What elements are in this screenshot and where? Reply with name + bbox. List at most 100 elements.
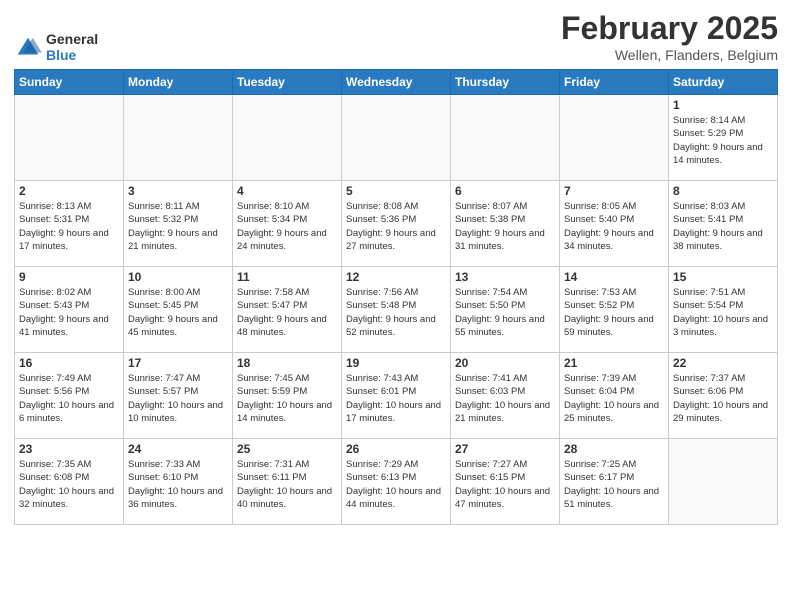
day-info: Sunrise: 7:53 AM Sunset: 5:52 PM Dayligh…: [564, 286, 664, 339]
day-info: Sunrise: 7:29 AM Sunset: 6:13 PM Dayligh…: [346, 458, 446, 511]
calendar-cell: 22 Sunrise: 7:37 AM Sunset: 6:06 PM Dayli…: [669, 353, 778, 439]
day-number: 10: [128, 270, 228, 284]
day-number: 6: [455, 184, 555, 198]
calendar-cell: 26 Sunrise: 7:29 AM Sunset: 6:13 PM Dayli…: [342, 439, 451, 525]
day-info: Sunrise: 7:41 AM Sunset: 6:03 PM Dayligh…: [455, 372, 555, 425]
day-info: Sunrise: 8:11 AM Sunset: 5:32 PM Dayligh…: [128, 200, 228, 253]
calendar-cell: 10 Sunrise: 8:00 AM Sunset: 5:45 PM Dayli…: [124, 267, 233, 353]
day-info: Sunrise: 8:03 AM Sunset: 5:41 PM Dayligh…: [673, 200, 773, 253]
col-saturday: Saturday: [669, 70, 778, 95]
calendar-cell: 25Sunrise: 7:31 AM Sunset: 6:11 PM Dayli…: [233, 439, 342, 525]
day-info: Sunrise: 7:43 AM Sunset: 6:01 PM Dayligh…: [346, 372, 446, 425]
calendar-cell: 8 Sunrise: 8:03 AM Sunset: 5:41 PM Daylig…: [669, 181, 778, 267]
day-number: 1: [673, 98, 773, 112]
day-number: 27: [455, 442, 555, 456]
location-subtitle: Wellen, Flanders, Belgium: [561, 47, 778, 63]
day-info: Sunrise: 7:27 AM Sunset: 6:15 PM Dayligh…: [455, 458, 555, 511]
calendar-week-3: 9Sunrise: 8:02 AM Sunset: 5:43 PM Daylig…: [15, 267, 778, 353]
title-block: February 2025 Wellen, Flanders, Belgium: [561, 10, 778, 63]
day-number: 17: [128, 356, 228, 370]
col-sunday: Sunday: [15, 70, 124, 95]
day-info: Sunrise: 7:31 AM Sunset: 6:11 PM Dayligh…: [237, 458, 337, 511]
day-number: 7: [564, 184, 664, 198]
day-info: Sunrise: 7:39 AM Sunset: 6:04 PM Dayligh…: [564, 372, 664, 425]
col-tuesday: Tuesday: [233, 70, 342, 95]
day-number: 12: [346, 270, 446, 284]
calendar-cell: 1 Sunrise: 8:14 AM Sunset: 5:29 PM Daylig…: [669, 95, 778, 181]
day-info: Sunrise: 7:58 AM Sunset: 5:47 PM Dayligh…: [237, 286, 337, 339]
calendar-cell: 2 Sunrise: 8:13 AM Sunset: 5:31 PM Daylig…: [15, 181, 124, 267]
calendar-cell: [451, 95, 560, 181]
day-number: 26: [346, 442, 446, 456]
day-number: 24: [128, 442, 228, 456]
calendar-cell: [342, 95, 451, 181]
day-number: 20: [455, 356, 555, 370]
day-number: 9: [19, 270, 119, 284]
day-number: 5: [346, 184, 446, 198]
day-info: Sunrise: 7:49 AM Sunset: 5:56 PM Dayligh…: [19, 372, 119, 425]
col-friday: Friday: [560, 70, 669, 95]
calendar-cell: 20 Sunrise: 7:41 AM Sunset: 6:03 PM Dayli…: [451, 353, 560, 439]
day-number: 16: [19, 356, 119, 370]
calendar-cell: 13Sunrise: 7:54 AM Sunset: 5:50 PM Dayli…: [451, 267, 560, 353]
calendar-cell: 9Sunrise: 8:02 AM Sunset: 5:43 PM Daylig…: [15, 267, 124, 353]
day-info: Sunrise: 8:13 AM Sunset: 5:31 PM Dayligh…: [19, 200, 119, 253]
day-info: Sunrise: 8:08 AM Sunset: 5:36 PM Dayligh…: [346, 200, 446, 253]
calendar-cell: 7 Sunrise: 8:05 AM Sunset: 5:40 PM Daylig…: [560, 181, 669, 267]
day-info: Sunrise: 8:10 AM Sunset: 5:34 PM Dayligh…: [237, 200, 337, 253]
calendar-cell: 23 Sunrise: 7:35 AM Sunset: 6:08 PM Dayli…: [15, 439, 124, 525]
calendar-cell: 24Sunrise: 7:33 AM Sunset: 6:10 PM Dayli…: [124, 439, 233, 525]
day-number: 22: [673, 356, 773, 370]
day-info: Sunrise: 7:25 AM Sunset: 6:17 PM Dayligh…: [564, 458, 664, 511]
calendar-cell: 12 Sunrise: 7:56 AM Sunset: 5:48 PM Dayli…: [342, 267, 451, 353]
day-number: 21: [564, 356, 664, 370]
logo: General Blue: [14, 32, 98, 63]
calendar-cell: 21 Sunrise: 7:39 AM Sunset: 6:04 PM Dayli…: [560, 353, 669, 439]
logo-text: General Blue: [46, 32, 98, 63]
day-info: Sunrise: 8:07 AM Sunset: 5:38 PM Dayligh…: [455, 200, 555, 253]
day-number: 19: [346, 356, 446, 370]
page: General Blue February 2025 Wellen, Fland…: [0, 0, 792, 612]
day-number: 4: [237, 184, 337, 198]
calendar-week-4: 16 Sunrise: 7:49 AM Sunset: 5:56 PM Dayli…: [15, 353, 778, 439]
calendar-cell: 15 Sunrise: 7:51 AM Sunset: 5:54 PM Dayli…: [669, 267, 778, 353]
calendar-cell: 11 Sunrise: 7:58 AM Sunset: 5:47 PM Dayli…: [233, 267, 342, 353]
calendar-cell: 14 Sunrise: 7:53 AM Sunset: 5:52 PM Dayli…: [560, 267, 669, 353]
calendar-cell: 19 Sunrise: 7:43 AM Sunset: 6:01 PM Dayli…: [342, 353, 451, 439]
calendar-cell: 16 Sunrise: 7:49 AM Sunset: 5:56 PM Dayli…: [15, 353, 124, 439]
calendar-cell: [233, 95, 342, 181]
day-info: Sunrise: 7:56 AM Sunset: 5:48 PM Dayligh…: [346, 286, 446, 339]
header: General Blue February 2025 Wellen, Fland…: [14, 10, 778, 63]
calendar-cell: 4 Sunrise: 8:10 AM Sunset: 5:34 PM Daylig…: [233, 181, 342, 267]
calendar-cell: [669, 439, 778, 525]
calendar-week-1: 1 Sunrise: 8:14 AM Sunset: 5:29 PM Daylig…: [15, 95, 778, 181]
calendar-cell: [560, 95, 669, 181]
day-info: Sunrise: 7:47 AM Sunset: 5:57 PM Dayligh…: [128, 372, 228, 425]
day-number: 8: [673, 184, 773, 198]
day-info: Sunrise: 7:37 AM Sunset: 6:06 PM Dayligh…: [673, 372, 773, 425]
day-number: 2: [19, 184, 119, 198]
day-info: Sunrise: 8:05 AM Sunset: 5:40 PM Dayligh…: [564, 200, 664, 253]
day-number: 15: [673, 270, 773, 284]
logo-icon: [14, 34, 42, 62]
day-info: Sunrise: 7:45 AM Sunset: 5:59 PM Dayligh…: [237, 372, 337, 425]
day-info: Sunrise: 7:51 AM Sunset: 5:54 PM Dayligh…: [673, 286, 773, 339]
calendar-week-2: 2 Sunrise: 8:13 AM Sunset: 5:31 PM Daylig…: [15, 181, 778, 267]
col-thursday: Thursday: [451, 70, 560, 95]
day-info: Sunrise: 8:14 AM Sunset: 5:29 PM Dayligh…: [673, 114, 773, 167]
col-wednesday: Wednesday: [342, 70, 451, 95]
day-number: 28: [564, 442, 664, 456]
day-info: Sunrise: 7:35 AM Sunset: 6:08 PM Dayligh…: [19, 458, 119, 511]
day-number: 14: [564, 270, 664, 284]
day-number: 23: [19, 442, 119, 456]
calendar-cell: [124, 95, 233, 181]
day-number: 11: [237, 270, 337, 284]
calendar-cell: 3Sunrise: 8:11 AM Sunset: 5:32 PM Daylig…: [124, 181, 233, 267]
day-info: Sunrise: 7:54 AM Sunset: 5:50 PM Dayligh…: [455, 286, 555, 339]
calendar-cell: 6 Sunrise: 8:07 AM Sunset: 5:38 PM Daylig…: [451, 181, 560, 267]
calendar-cell: 28 Sunrise: 7:25 AM Sunset: 6:17 PM Dayli…: [560, 439, 669, 525]
month-title: February 2025: [561, 10, 778, 47]
day-number: 18: [237, 356, 337, 370]
logo-blue-text: Blue: [46, 48, 98, 63]
day-info: Sunrise: 8:00 AM Sunset: 5:45 PM Dayligh…: [128, 286, 228, 339]
